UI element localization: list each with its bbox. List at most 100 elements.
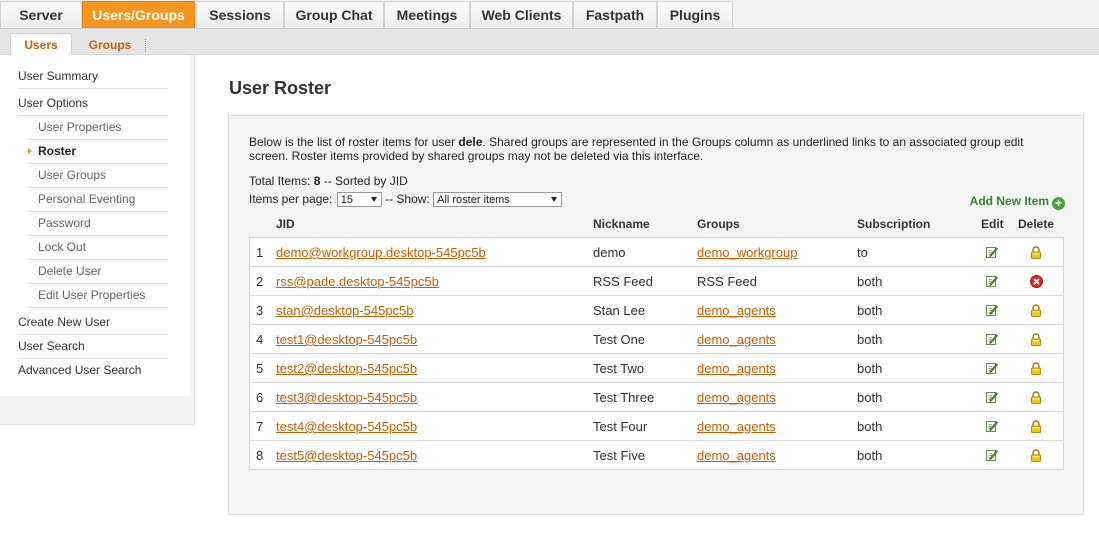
row-number: 8 bbox=[256, 448, 264, 463]
add-plus-icon: + bbox=[1052, 197, 1065, 210]
tab-users-groups[interactable]: Users/Groups bbox=[82, 1, 195, 28]
intro-text-before: Below is the list of roster items for us… bbox=[249, 135, 459, 149]
sidebar-item-personal-eventing[interactable]: Personal Eventing bbox=[28, 188, 168, 212]
sub-nav-bar: Users Groups bbox=[0, 29, 1099, 55]
row-number: 1 bbox=[256, 245, 264, 260]
group-link[interactable]: demo_agents bbox=[697, 448, 776, 463]
tab-sessions[interactable]: Sessions bbox=[196, 1, 284, 28]
roster-table: JID Nickname Groups Subscription Edit De… bbox=[249, 210, 1064, 470]
group-link[interactable]: demo_agents bbox=[697, 332, 776, 347]
sidebar-item-user-groups[interactable]: User Groups bbox=[28, 164, 168, 188]
tab-plugins[interactable]: Plugins bbox=[657, 1, 733, 28]
sidebar-item-user-search[interactable]: User Search bbox=[18, 335, 168, 359]
col-groups[interactable]: Groups bbox=[697, 217, 740, 231]
sorted-by-text: -- Sorted by JID bbox=[320, 174, 408, 188]
show-filter-select[interactable]: All roster items bbox=[433, 192, 563, 208]
sidebar-item-delete-user[interactable]: Delete User bbox=[28, 260, 168, 284]
lock-icon bbox=[1030, 246, 1042, 259]
total-label: Total Items: bbox=[249, 174, 314, 188]
edit-icon[interactable] bbox=[986, 362, 999, 374]
tab-group-chat[interactable]: Group Chat bbox=[284, 1, 384, 28]
jid-link[interactable]: test2@desktop-545pc5b bbox=[276, 361, 417, 376]
row-number: 5 bbox=[256, 361, 264, 376]
jid-link[interactable]: test3@desktop-545pc5b bbox=[276, 390, 417, 405]
group-link[interactable]: demo_agents bbox=[697, 419, 776, 434]
col-delete: Delete bbox=[1018, 217, 1055, 231]
edit-icon[interactable] bbox=[986, 391, 999, 403]
sidebar-item-lock-out[interactable]: Lock Out bbox=[28, 236, 168, 260]
show-label: -- Show: bbox=[385, 192, 430, 206]
jid-link[interactable]: test5@desktop-545pc5b bbox=[276, 448, 417, 463]
tab-web-clients[interactable]: Web Clients bbox=[470, 1, 573, 28]
table-row: 6 test3@desktop-545pc5b Test Three demo_age… bbox=[249, 383, 1064, 412]
lock-icon bbox=[1030, 333, 1042, 346]
row-number: 4 bbox=[256, 332, 264, 347]
table-row: 2 rss@pade.desktop-545pc5b RSS Feed RSS Fee… bbox=[249, 267, 1064, 296]
table-row: 7 test4@desktop-545pc5b Test Four demo_agen… bbox=[249, 412, 1064, 441]
subtab-groups[interactable]: Groups bbox=[80, 33, 140, 55]
group-link[interactable]: demo_agents bbox=[697, 361, 776, 376]
subscription-cell: both bbox=[857, 361, 883, 376]
col-jid[interactable]: JID bbox=[276, 217, 295, 231]
current-arrow-icon bbox=[28, 148, 32, 154]
show-filter-value: All roster items bbox=[437, 194, 510, 207]
sidebar-item-advanced-user-search[interactable]: Advanced User Search bbox=[18, 359, 168, 383]
group-link[interactable]: demo_agents bbox=[697, 303, 776, 318]
edit-icon[interactable] bbox=[986, 449, 999, 461]
jid-link[interactable]: test1@desktop-545pc5b bbox=[276, 332, 417, 347]
items-per-page-select[interactable]: 15 bbox=[336, 192, 382, 208]
group-link[interactable]: demo_agents bbox=[697, 390, 776, 405]
edit-icon[interactable] bbox=[986, 304, 999, 316]
nickname-cell: demo bbox=[593, 245, 626, 260]
sidebar-item-user-properties[interactable]: User Properties bbox=[28, 116, 168, 140]
sidebar-item-user-summary[interactable]: User Summary bbox=[18, 65, 168, 89]
group-link[interactable]: demo_workgroup bbox=[697, 245, 797, 260]
subtab-divider bbox=[145, 39, 147, 52]
jid-link[interactable]: demo@workgroup.desktop-545pc5b bbox=[276, 245, 486, 260]
col-nickname[interactable]: Nickname bbox=[593, 217, 650, 231]
jid-link[interactable]: rss@pade.desktop-545pc5b bbox=[276, 274, 439, 289]
edit-icon[interactable] bbox=[986, 420, 999, 432]
sidebar-item-password[interactable]: Password bbox=[28, 212, 168, 236]
sidebar-item-roster[interactable]: Roster bbox=[28, 140, 168, 164]
delete-icon[interactable] bbox=[1030, 275, 1043, 288]
sidebar-item-user-options[interactable]: User Options bbox=[18, 92, 168, 116]
edit-icon[interactable] bbox=[986, 246, 999, 258]
nickname-cell: RSS Feed bbox=[593, 274, 653, 289]
col-subscription[interactable]: Subscription bbox=[857, 217, 930, 231]
add-new-item-link[interactable]: Add New Item + bbox=[970, 194, 1065, 210]
lock-icon bbox=[1030, 362, 1042, 375]
subscription-cell: both bbox=[857, 332, 883, 347]
subtab-users[interactable]: Users bbox=[10, 33, 72, 55]
row-number: 6 bbox=[256, 390, 264, 405]
roster-rows: 1 demo@workgroup.desktop-545pc5b demo demo_… bbox=[249, 238, 1064, 470]
subscription-cell: both bbox=[857, 303, 883, 318]
nickname-cell: Test Three bbox=[593, 390, 655, 405]
sidebar: User Summary User Options User Propertie… bbox=[0, 55, 195, 425]
add-new-item-label: Add New Item bbox=[969, 194, 1049, 208]
subscription-cell: both bbox=[857, 274, 883, 289]
table-row: 4 test1@desktop-545pc5b Test One demo_agent… bbox=[249, 325, 1064, 354]
edit-icon[interactable] bbox=[986, 275, 999, 287]
tab-server[interactable]: Server bbox=[0, 1, 82, 28]
tab-meetings[interactable]: Meetings bbox=[384, 1, 470, 28]
jid-link[interactable]: stan@desktop-545pc5b bbox=[276, 303, 414, 318]
roster-table-header: JID Nickname Groups Subscription Edit De… bbox=[249, 210, 1064, 238]
row-number: 3 bbox=[256, 303, 264, 318]
subscription-cell: both bbox=[857, 419, 883, 434]
subscription-cell: both bbox=[857, 448, 883, 463]
col-edit: Edit bbox=[981, 217, 1004, 231]
paging-controls: Items per page: 15 -- Show: All roster i… bbox=[249, 192, 563, 208]
tab-fastpath[interactable]: Fastpath bbox=[573, 1, 657, 28]
main-nav-bar: Server Users/Groups Sessions Group Chat … bbox=[0, 0, 1099, 29]
sidebar-item-edit-user-properties[interactable]: Edit User Properties bbox=[28, 284, 168, 308]
sidebar-item-create-new-user[interactable]: Create New User bbox=[18, 311, 168, 335]
edit-icon[interactable] bbox=[986, 333, 999, 345]
roster-username: dele bbox=[458, 135, 483, 149]
table-row: 5 test2@desktop-545pc5b Test Two demo_agent… bbox=[249, 354, 1064, 383]
nickname-cell: Test Two bbox=[593, 361, 645, 376]
jid-link[interactable]: test4@desktop-545pc5b bbox=[276, 419, 417, 434]
nickname-cell: Test Five bbox=[593, 448, 646, 463]
subscription-cell: both bbox=[857, 390, 883, 405]
items-per-page-value: 15 bbox=[340, 194, 353, 207]
